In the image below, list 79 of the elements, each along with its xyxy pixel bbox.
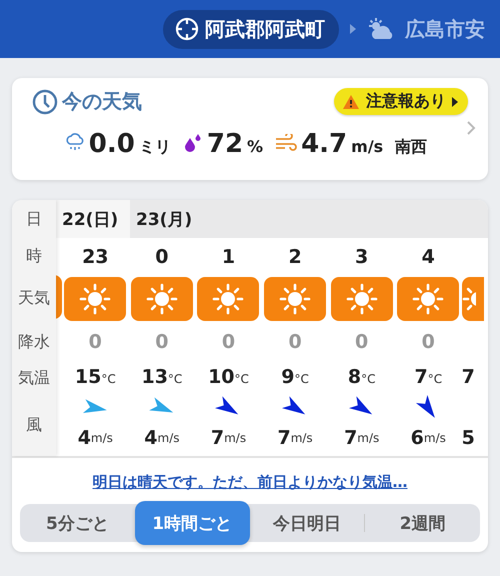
- hour-label: 1: [222, 246, 236, 268]
- wind-speed: 5: [462, 427, 475, 449]
- precip-value: 0: [155, 331, 168, 353]
- wind-value: 4.7: [301, 129, 348, 159]
- wind-unit: m/s: [90, 431, 113, 445]
- interval-tab[interactable]: 5分ごと: [20, 504, 135, 542]
- interval-tab[interactable]: 今日明日: [250, 504, 364, 542]
- interval-tab[interactable]: 2週間: [365, 504, 480, 542]
- rain-unit: ミリ: [138, 137, 171, 158]
- sun-icon: [146, 282, 178, 314]
- rain-cloud-icon: [64, 132, 85, 152]
- wind-speed: 4: [144, 427, 158, 449]
- precip-value: 0: [355, 331, 368, 353]
- weather-tile: [56, 275, 62, 319]
- humidity-unit: %: [247, 137, 264, 156]
- row-label: 天気: [18, 288, 50, 309]
- wind-unit: m/s: [290, 431, 313, 445]
- precip-value: 0: [288, 331, 302, 353]
- wind-icon: [275, 134, 298, 152]
- hour-label: 3: [355, 246, 368, 268]
- temp-value: 7: [462, 366, 475, 388]
- row-label: 日: [26, 208, 42, 230]
- row-label: 降水: [18, 332, 50, 352]
- next-arrow-icon[interactable]: [349, 23, 357, 35]
- warning-icon: [342, 94, 360, 110]
- wind-speed: 6: [410, 427, 424, 449]
- sun-icon: [279, 282, 312, 314]
- hour-label: 2: [288, 246, 302, 268]
- temp-unit: °C: [361, 372, 376, 386]
- sun-icon: [212, 282, 244, 314]
- hour-label: 23: [82, 246, 109, 268]
- temp-unit: °C: [428, 372, 442, 386]
- wind-speed: 7: [277, 427, 291, 449]
- temp-unit: °C: [101, 372, 116, 386]
- temp-unit: °C: [294, 372, 309, 386]
- wind-unit: m/s: [158, 431, 180, 445]
- temp-value: 8: [348, 366, 362, 388]
- sun-cloud-icon: [367, 17, 395, 41]
- temp-value: 7: [414, 366, 428, 388]
- location-button[interactable]: 阿武郡阿武町: [163, 10, 339, 48]
- alert-badge[interactable]: 注意報あり: [334, 88, 468, 115]
- wind-unit: m/s: [424, 431, 446, 445]
- rain-value: 0.0: [88, 129, 135, 159]
- precip-value: 0: [422, 331, 435, 353]
- section-title: 今の天気: [62, 88, 142, 115]
- chevron-icon[interactable]: [466, 120, 476, 136]
- temp-value: 10: [208, 366, 235, 388]
- temp-unit: °C: [234, 372, 249, 386]
- wind-unit: m/s: [351, 137, 384, 156]
- caret-icon: [452, 96, 458, 106]
- wind-speed: 7: [344, 427, 358, 449]
- wind-direction: 南西: [395, 137, 428, 158]
- wind-speed: 7: [210, 427, 224, 449]
- wind-unit: m/s: [357, 431, 380, 445]
- temp-value: 13: [141, 366, 168, 388]
- clock-icon: [32, 88, 58, 114]
- row-label: 時: [26, 246, 42, 267]
- location-tab[interactable]: 広島市安: [405, 16, 485, 42]
- temp-value: 15: [74, 366, 102, 388]
- wind-unit: m/s: [224, 431, 246, 445]
- date-cell: 23(月): [130, 200, 488, 238]
- hour-label: 4: [422, 246, 435, 268]
- sun-icon: [412, 282, 444, 314]
- precip-value: 0: [88, 331, 102, 353]
- hour-label: 0: [155, 246, 168, 268]
- forecast-summary-link[interactable]: 明日は晴天です。ただ、前日よりかなり気温…: [92, 473, 408, 491]
- sun-icon: [346, 282, 378, 314]
- row-label: 気温: [18, 368, 50, 389]
- humidity-value: 72: [206, 129, 244, 159]
- sun-icon: [79, 282, 112, 314]
- target-icon: [175, 17, 199, 41]
- temp-value: 9: [281, 366, 294, 388]
- drops-icon: [182, 132, 203, 152]
- precip-value: 0: [222, 331, 236, 353]
- interval-tab[interactable]: 1時間ごと: [134, 501, 250, 545]
- temp-unit: °C: [168, 372, 182, 386]
- wind-speed: 4: [78, 427, 91, 449]
- date-cell: 22(日): [56, 200, 130, 238]
- row-label: 風: [26, 415, 42, 436]
